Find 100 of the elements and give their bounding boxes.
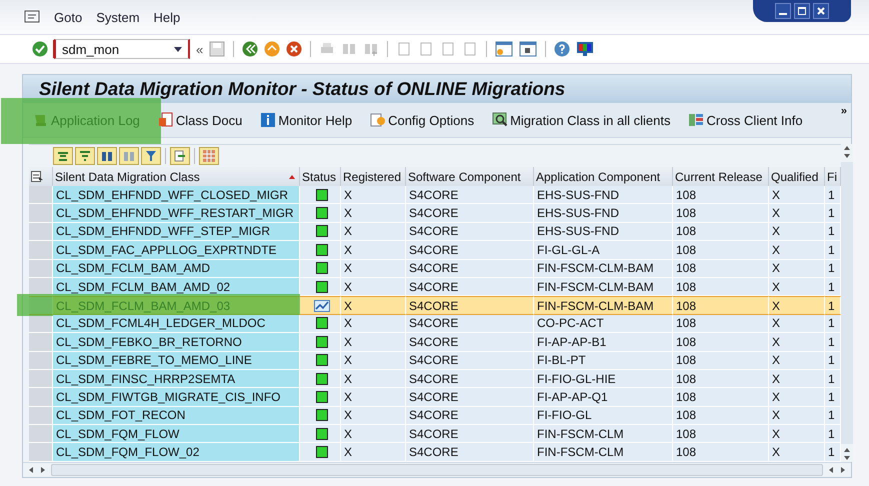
table-cell: 108	[673, 406, 769, 426]
maximize-icon[interactable]	[794, 3, 810, 19]
menu-item[interactable]: System	[96, 10, 154, 24]
toolbar-button[interactable]: Monitor Help	[260, 110, 352, 130]
check-icon[interactable]	[32, 41, 48, 57]
filter-button[interactable]	[141, 147, 161, 165]
menu-item[interactable]: Help	[154, 10, 194, 24]
toolbar-button[interactable]: Cross Client Info	[688, 110, 803, 130]
document-icon	[158, 112, 174, 128]
column-header[interactable]: Software Component	[406, 167, 534, 186]
scroll-left-icon[interactable]	[27, 466, 35, 474]
table-cell: EHS-SUS-FND	[534, 222, 673, 242]
export-button[interactable]	[170, 147, 190, 165]
find-icon	[101, 150, 113, 162]
table-cell: 1	[825, 204, 841, 223]
toolbar-button[interactable]: Migration Class in all clients	[492, 110, 670, 130]
last-page-icon[interactable]	[462, 41, 478, 57]
table-cell: X	[341, 333, 406, 352]
layout-button[interactable]	[199, 147, 219, 165]
new-window-icon[interactable]	[495, 41, 514, 57]
column-header[interactable]: Status	[300, 167, 341, 186]
close-icon[interactable]	[813, 3, 829, 19]
table-cell: S4CORE	[406, 204, 534, 223]
table-cell: 108	[673, 370, 769, 388]
find-next-icon[interactable]	[363, 41, 380, 57]
table-cell: CL_SDM_FQM_FLOW	[53, 425, 300, 444]
table-cell: EHS-SUS-FND	[534, 186, 673, 204]
table-cell: 108	[673, 425, 769, 444]
dropdown-caret-icon[interactable]	[174, 46, 182, 52]
next-page-icon[interactable]	[440, 41, 456, 57]
column-header[interactable]: Qualified	[769, 167, 825, 186]
scroll-up-icon[interactable]	[843, 144, 851, 152]
help-icon[interactable]	[554, 41, 570, 57]
table-cell: S4CORE	[406, 370, 534, 388]
select-all-icon[interactable]	[31, 170, 43, 182]
minimize-icon[interactable]	[775, 3, 791, 19]
sort-ascending-icon	[57, 150, 69, 162]
list-icon	[688, 112, 704, 128]
table-cell: X	[341, 260, 406, 278]
scroll-right-icon[interactable]	[839, 466, 847, 474]
table-cell: X	[341, 314, 406, 334]
table-cell: X	[341, 222, 406, 242]
table-cell: FI-BL-PT	[534, 352, 673, 370]
table-cell: S4CORE	[406, 388, 534, 407]
export-icon	[174, 150, 186, 162]
monitor-icon[interactable]	[576, 41, 594, 57]
menu-item[interactable]: Goto	[54, 10, 96, 24]
table-cell: FIN-FSCM-CLM-BAM	[534, 260, 673, 278]
find-icon[interactable]	[341, 41, 358, 57]
table-cell: X	[769, 314, 825, 334]
vertical-scrollbar[interactable]	[841, 162, 853, 444]
previous-page-icon[interactable]	[418, 41, 434, 57]
table-cell: S4CORE	[406, 296, 534, 315]
toolbar-button[interactable]: Config Options	[370, 110, 474, 130]
table-cell: CO-PC-ACT	[534, 314, 673, 334]
table-cell: X	[341, 278, 406, 296]
table-cell: 1	[825, 296, 841, 315]
table-cell: 1	[825, 443, 841, 462]
column-header[interactable]: Application Component	[534, 167, 673, 186]
sort-ascending-button[interactable]	[53, 147, 73, 165]
table-cell: S4CORE	[406, 425, 534, 444]
scroll-down-icon[interactable]	[843, 152, 851, 160]
table-cell: 1	[825, 314, 841, 334]
first-page-icon[interactable]	[396, 41, 412, 57]
exit-icon[interactable]	[264, 41, 280, 57]
table-cell: FI-FIO-GL-HIE	[534, 370, 673, 388]
column-header[interactable]: Current Release	[673, 167, 769, 186]
table-cell: X	[769, 186, 825, 204]
table-cell: X	[769, 333, 825, 352]
column-header[interactable]: Registered	[341, 167, 406, 186]
table-cell: CL_SDM_FEBRE_TO_MEMO_LINE	[53, 352, 300, 370]
more-chevron[interactable]: »	[840, 105, 847, 117]
table-cell: 1	[825, 186, 841, 204]
back-icon[interactable]	[242, 41, 258, 57]
shortcut-icon[interactable]	[519, 41, 538, 57]
table-cell: CL_SDM_FCLM_BAM_AMD	[53, 260, 300, 278]
column-header[interactable]: Silent Data Migration Class	[53, 167, 300, 186]
table-cell: CL_SDM_EHFNDD_WFF_CLOSED_MIGR	[53, 186, 300, 204]
cancel-icon[interactable]	[286, 41, 302, 57]
table-cell: X	[341, 443, 406, 462]
sort-descending-button[interactable]	[75, 147, 95, 165]
table-cell: X	[769, 241, 825, 260]
save-icon[interactable]	[209, 41, 226, 57]
toolbar-button[interactable]: Class Docu	[158, 110, 242, 130]
menu-icon[interactable]	[24, 10, 40, 24]
table-cell: 108	[673, 352, 769, 370]
column-header[interactable]: Fi	[825, 167, 841, 186]
table-cell: S4CORE	[406, 352, 534, 370]
scroll-right-icon[interactable]	[39, 466, 47, 474]
table-cell: FIN-FSCM-CLM-BAM	[534, 296, 673, 315]
table-cell: FI-AP-AP-B1	[534, 333, 673, 352]
command-field[interactable]: sdm_mon	[54, 39, 190, 59]
horizontal-scrollbar[interactable]	[51, 464, 823, 476]
collapse-chevron[interactable]: «	[196, 42, 204, 56]
table-cell: S4CORE	[406, 314, 534, 334]
table-cell: S4CORE	[406, 186, 534, 204]
table-cell: X	[341, 388, 406, 407]
find-button[interactable]	[97, 147, 117, 165]
table-cell: CL_SDM_EHFNDD_WFF_RESTART_MIGR	[53, 204, 300, 223]
scroll-left-icon[interactable]	[827, 466, 835, 474]
